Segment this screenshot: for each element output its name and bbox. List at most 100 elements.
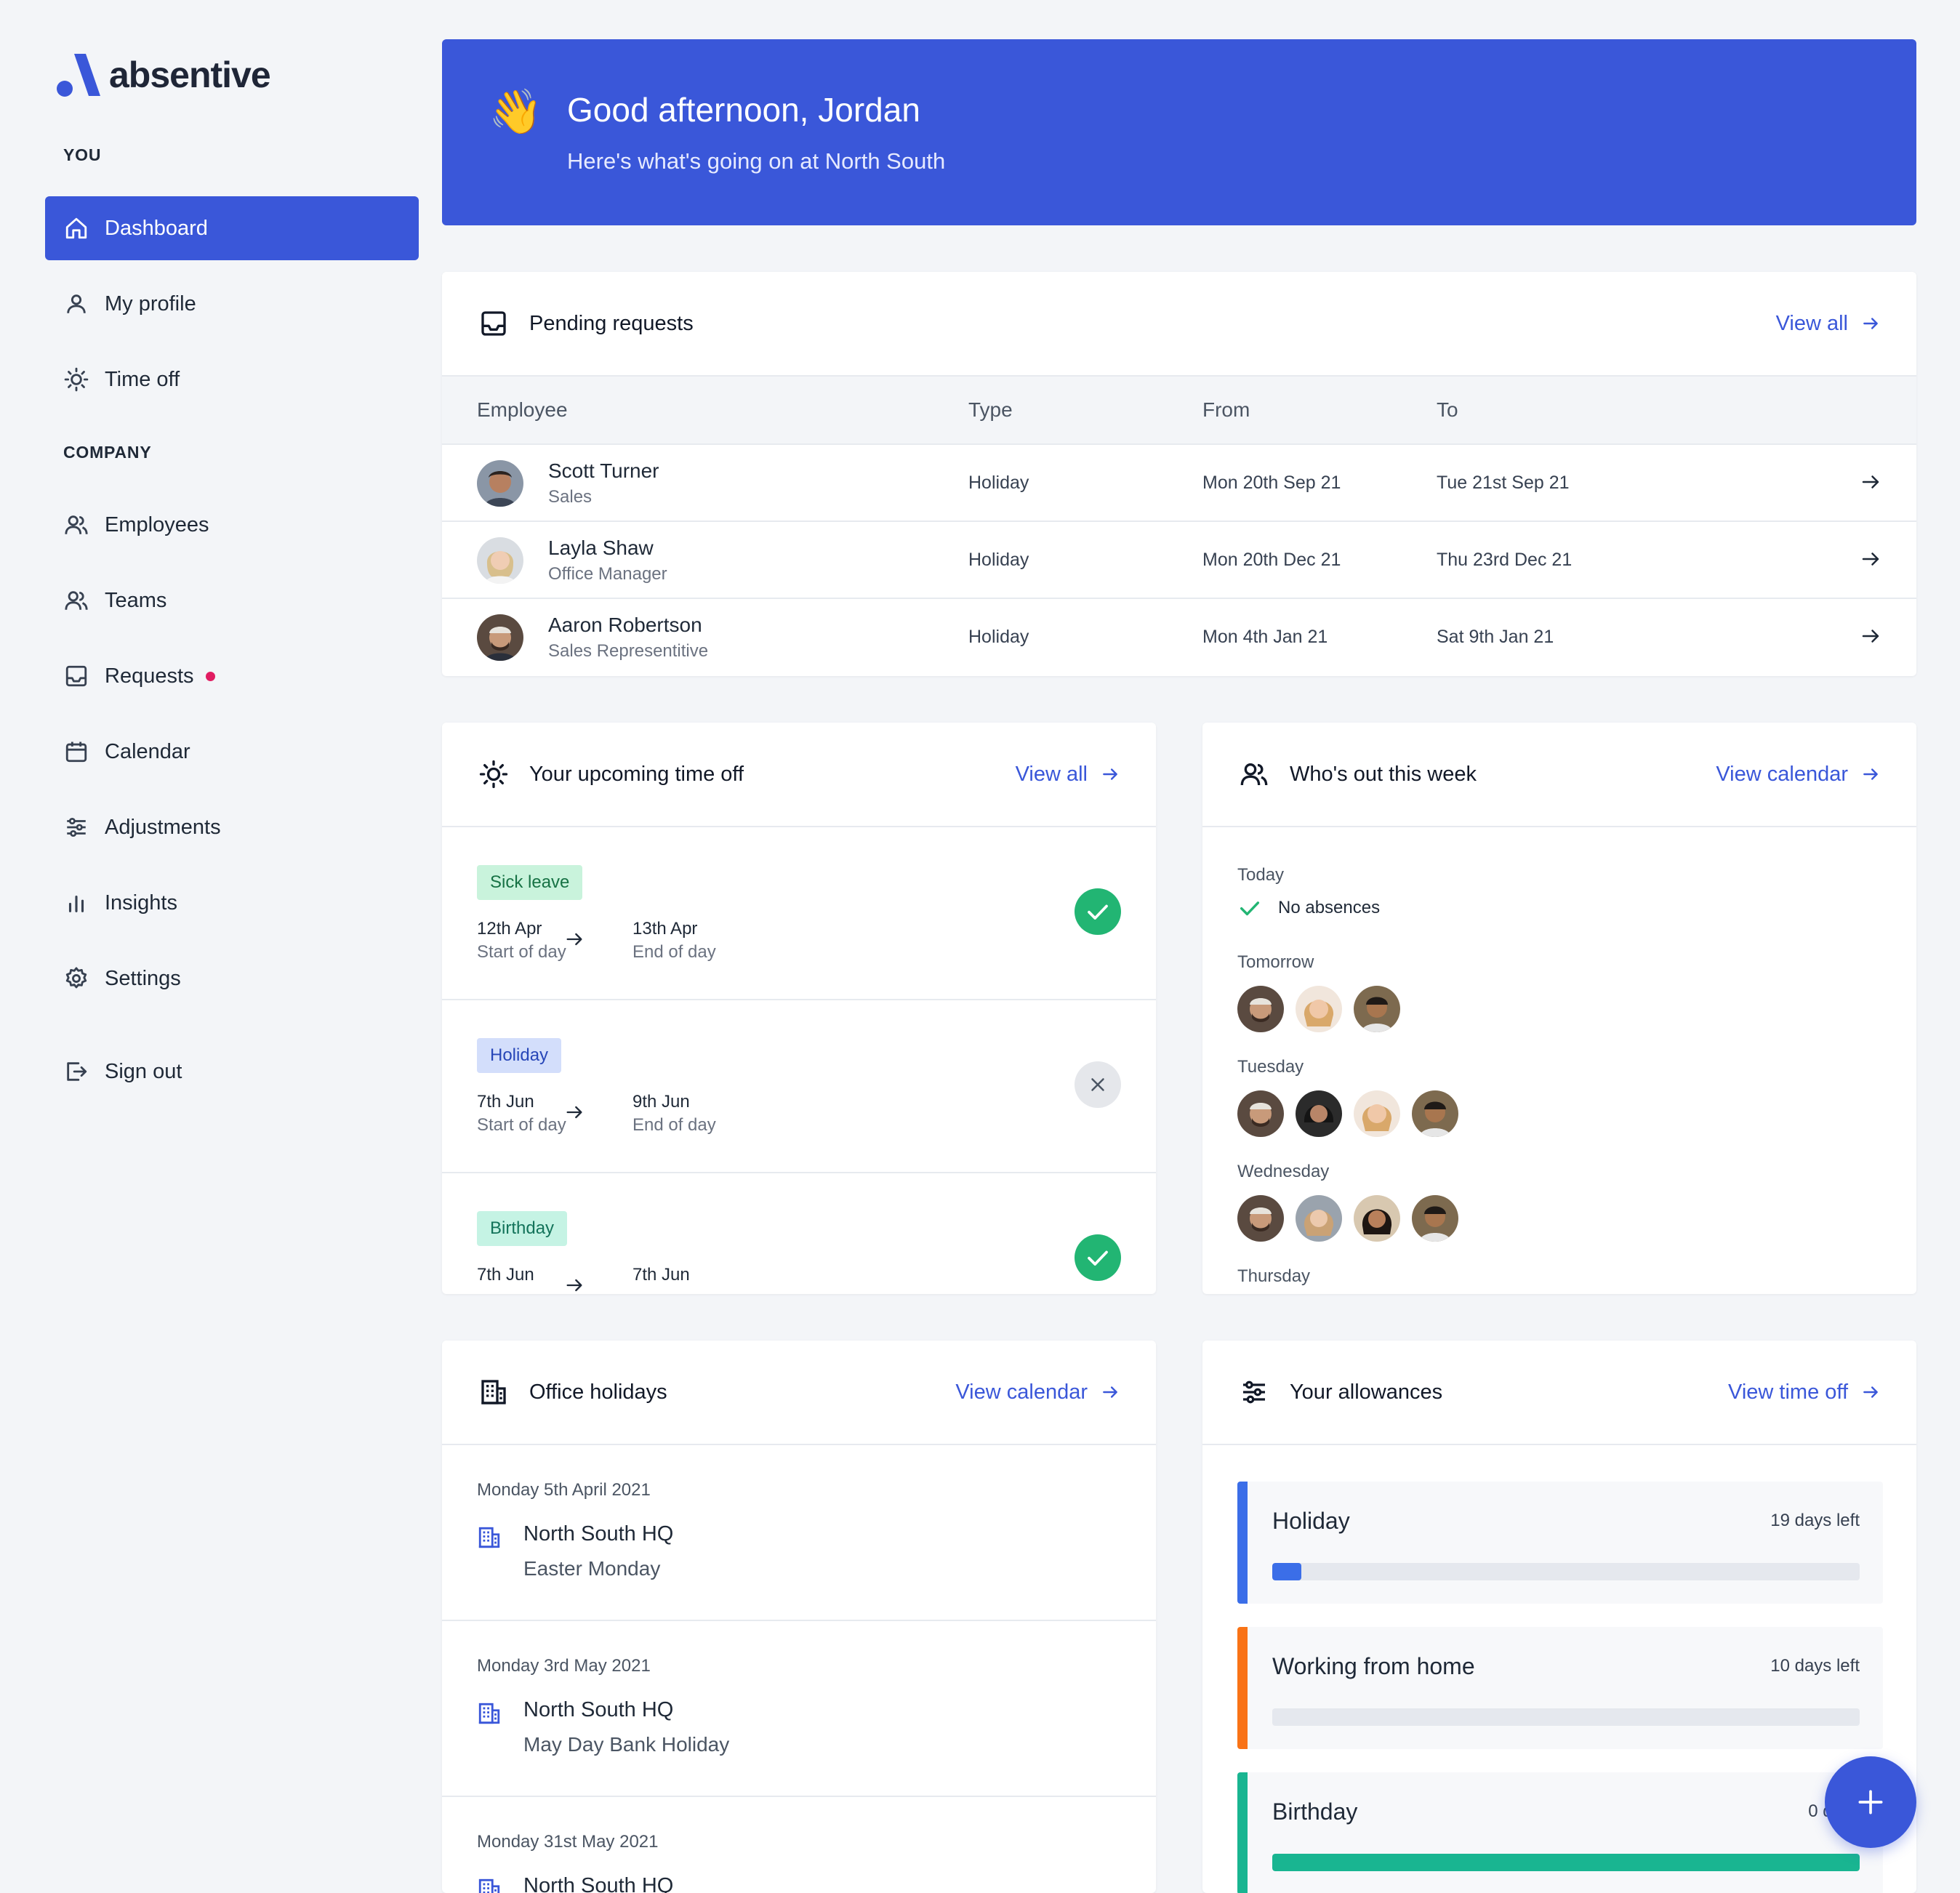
arrow-right-icon [1862, 552, 1879, 566]
holiday-date: Monday 31st May 2021 [477, 1832, 659, 1852]
app-logo[interactable]: absentive [55, 52, 271, 97]
avatar[interactable] [1412, 1090, 1458, 1137]
office-holiday-item: Monday 31st May 2021 North South HQ [442, 1797, 1156, 1893]
nav-calendar[interactable]: Calendar [45, 720, 419, 784]
request-to: Sat 9th Jan 21 [1437, 627, 1554, 647]
request-type: Holiday [968, 627, 1029, 647]
view-calendar-link[interactable]: View calendar [1716, 763, 1880, 787]
office-holiday-item: Monday 3rd May 2021 North South HQ May D… [442, 1621, 1156, 1797]
nav-label: Dashboard [105, 216, 208, 240]
link-label: View all [1015, 762, 1088, 786]
card-header: Your upcoming time off View all [442, 723, 1156, 827]
avatar[interactable] [1354, 1195, 1400, 1242]
time-off-type-badge: Birthday [477, 1211, 568, 1246]
avatar[interactable] [1237, 986, 1284, 1032]
allowance-progress-fill [1272, 1854, 1860, 1871]
greeting-title: Good afternoon, Jordan [567, 91, 920, 129]
request-to: Thu 23rd Dec 21 [1437, 550, 1573, 570]
avatar[interactable] [1296, 1195, 1342, 1242]
nav-dashboard[interactable]: Dashboard [45, 196, 419, 260]
building-icon [478, 1878, 500, 1893]
from-part: Start of day [477, 1115, 566, 1135]
nav-employees[interactable]: Employees [45, 493, 419, 557]
avatar[interactable] [1354, 986, 1400, 1032]
request-type: Holiday [968, 550, 1029, 570]
holiday-name: May Day Bank Holiday [523, 1733, 730, 1756]
column-header: Employee [477, 398, 568, 421]
view-time-off-link[interactable]: View time off [1728, 1380, 1880, 1404]
nav-label: Insights [105, 891, 177, 915]
avatar[interactable] [1296, 1090, 1342, 1137]
avatar[interactable] [1237, 1195, 1284, 1242]
from-date: 12th Apr [477, 919, 542, 939]
sliders-icon [1239, 1377, 1269, 1407]
day-label: Today [1237, 865, 1285, 885]
nav-label: Requests [105, 664, 194, 688]
users-icon [1239, 759, 1269, 789]
plus-icon [1858, 1790, 1883, 1814]
avatar[interactable] [1412, 1195, 1458, 1242]
check-icon [1088, 904, 1108, 920]
sign-out-icon [63, 1058, 90, 1085]
view-all-link[interactable]: View all [1776, 312, 1880, 336]
allowance-color-bar [1237, 1482, 1248, 1604]
request-to: Tue 21st Sep 21 [1437, 473, 1570, 493]
table-row[interactable]: Aaron Robertson Sales Representitive Hol… [442, 599, 1916, 676]
avatar[interactable] [1237, 1090, 1284, 1137]
allowance-color-bar [1237, 1627, 1248, 1749]
approved-status [1075, 1234, 1121, 1281]
waving-hand-icon: 👋 [489, 87, 543, 136]
card-title: Pending requests [529, 311, 694, 335]
nav-settings[interactable]: Settings [45, 946, 419, 1010]
allowance-name: Working from home [1272, 1653, 1475, 1679]
nav-label: Calendar [105, 739, 190, 763]
allowance-name: Birthday [1272, 1798, 1358, 1825]
building-icon [478, 1377, 509, 1407]
sun-icon [478, 759, 509, 789]
holiday-date: Monday 3rd May 2021 [477, 1656, 651, 1676]
time-off-item[interactable]: Sick leave 12th Apr Start of day 13th Ap… [442, 827, 1156, 1000]
nav-my-profile[interactable]: My profile [45, 272, 419, 336]
absent-people [1237, 1195, 1470, 1242]
arrow-right-icon [1862, 630, 1879, 643]
avatar[interactable] [1354, 1090, 1400, 1137]
view-calendar-link[interactable]: View calendar [955, 1380, 1120, 1404]
time-off-type-badge: Holiday [477, 1038, 562, 1073]
arrow-right-icon [1863, 1386, 1878, 1398]
table-row[interactable]: Scott Turner Sales Holiday Mon 20th Sep … [442, 445, 1916, 522]
allowance-remaining: 10 days left [1770, 1656, 1860, 1676]
time-off-item[interactable]: Birthday 7th Jun 7th Jun [442, 1173, 1156, 1294]
pending-requests-card: Pending requests View all Employee Type … [442, 272, 1916, 676]
to-date: 7th Jun [632, 1265, 690, 1285]
nav-adjustments[interactable]: Adjustments [45, 795, 419, 859]
gear-icon [63, 965, 90, 992]
nav-teams[interactable]: Teams [45, 568, 419, 632]
card-title: Office holidays [529, 1380, 667, 1404]
nav-time-off[interactable]: Time off [45, 347, 419, 411]
avatar [477, 460, 523, 507]
upcoming-time-off-card: Your upcoming time off View all Sick lea… [442, 723, 1156, 1294]
view-all-link[interactable]: View all [1016, 763, 1120, 787]
inbox-icon [63, 662, 90, 690]
nav-requests[interactable]: Requests [45, 644, 419, 708]
time-off-item[interactable]: Holiday 7th Jun Start of day 9th Jun End… [442, 1000, 1156, 1173]
arrow-right-icon [566, 933, 582, 946]
office-name: North South HQ [523, 1522, 674, 1546]
time-off-type-badge: Sick leave [477, 865, 583, 900]
add-request-button[interactable] [1825, 1756, 1916, 1848]
building-icon [478, 1703, 500, 1724]
allowances-card: Your allowances View time off Holiday 19… [1202, 1341, 1916, 1893]
nav-sign-out[interactable]: Sign out [45, 1040, 419, 1104]
nav-insights[interactable]: Insights [45, 871, 419, 935]
office-name: North South HQ [523, 1698, 674, 1721]
nav-label: Sign out [105, 1059, 182, 1083]
bar-chart-icon [63, 889, 90, 917]
arrow-right-icon [1103, 768, 1117, 780]
avatar[interactable] [1296, 986, 1342, 1032]
user-icon [63, 290, 90, 318]
inbox-icon [478, 308, 509, 339]
link-label: View calendar [1716, 762, 1848, 786]
table-row[interactable]: Layla Shaw Office Manager Holiday Mon 20… [442, 522, 1916, 599]
nav-label: Employees [105, 513, 209, 536]
nav-label: Teams [105, 588, 167, 612]
